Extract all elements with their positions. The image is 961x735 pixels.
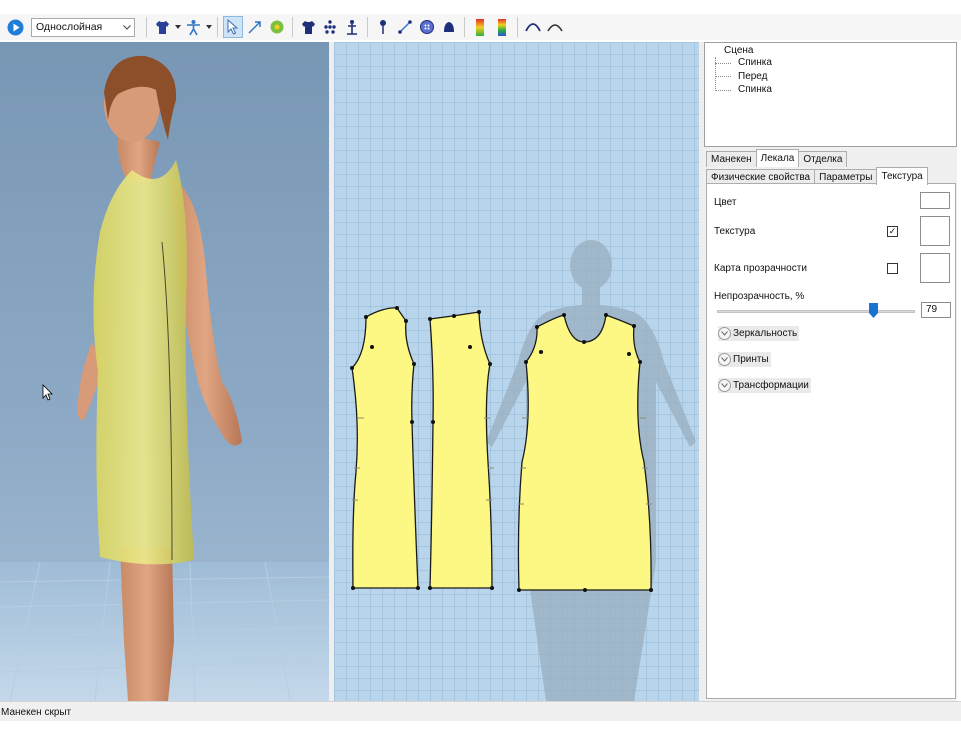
pattern-pieces-canvas — [350, 240, 696, 701]
texture-checkbox[interactable]: ✓ — [887, 226, 898, 237]
toolbar-separator — [146, 17, 147, 37]
transparency-map-checkbox[interactable] — [887, 263, 898, 274]
play-icon[interactable] — [5, 16, 25, 38]
bell-icon[interactable] — [439, 16, 459, 38]
texture-properties: Цвет Текстура ✓ Карта прозрачности Непро… — [706, 183, 956, 699]
layer-mode-select[interactable]: Однослойная — [31, 17, 135, 37]
texture-swatch[interactable] — [920, 216, 950, 246]
tree-root-scene[interactable]: Сцена — [724, 45, 753, 56]
scene-tree[interactable]: Сцена Спинка Перед Спинка — [704, 42, 957, 147]
chevron-down-icon — [718, 379, 731, 392]
pattern-2d-view[interactable] — [334, 42, 699, 701]
legs — [120, 547, 174, 701]
opacity-value-input[interactable]: 79 — [921, 302, 951, 318]
properties-panel: Сцена Спинка Перед Спинка Манекен Лекала… — [704, 42, 957, 701]
transparency-map-label: Карта прозрачности — [714, 263, 807, 274]
gear-flower-icon[interactable] — [267, 16, 287, 38]
tree-item-back-2[interactable]: Спинка — [738, 84, 772, 95]
pointer-icon[interactable] — [223, 16, 243, 38]
arrow-tool-icon[interactable] — [245, 16, 265, 38]
window-edge — [957, 42, 961, 701]
tab-patterns[interactable]: Лекала — [755, 149, 800, 167]
tree-item-front[interactable]: Перед — [738, 71, 768, 82]
toolbar-separator — [367, 17, 368, 37]
mouse-cursor-icon — [42, 384, 53, 401]
garment-icon[interactable] — [298, 16, 318, 38]
curve-down-icon[interactable] — [523, 16, 543, 38]
toolbar-separator — [292, 17, 293, 37]
top-margin — [0, 0, 961, 14]
texture-label: Текстура — [714, 226, 756, 237]
mannequin-3d-view — [0, 55, 329, 701]
prints-label: Принты — [733, 354, 769, 365]
pattern-piece-front[interactable] — [517, 314, 652, 591]
shirt-dropdown-icon[interactable] — [174, 16, 181, 38]
pin-icon[interactable] — [373, 16, 393, 38]
heatmap-gradient-icon[interactable] — [470, 16, 490, 38]
main-toolbar: Однослойная — [0, 14, 961, 40]
color-swatch[interactable] — [920, 192, 950, 209]
transparency-map-swatch[interactable] — [920, 253, 950, 283]
color-label: Цвет — [714, 197, 737, 208]
pattern-piece-back-right[interactable] — [429, 311, 493, 589]
layer-mode-value: Однослойная — [36, 21, 103, 33]
tab-texture[interactable]: Текстура — [876, 167, 928, 185]
tree-item-back-1[interactable]: Спинка — [738, 57, 772, 68]
tab-finishing[interactable]: Отделка — [798, 151, 848, 167]
app-window: Однослойная Сцена Спинка Перед Спинка Ма… — [0, 0, 961, 735]
chevron-down-icon — [123, 21, 131, 33]
status-text: Манекен скрыт — [1, 707, 72, 718]
prints-expander[interactable]: Принты — [718, 352, 771, 367]
tree-connector — [715, 76, 731, 77]
specularity-expander[interactable]: Зеркальность — [718, 326, 800, 341]
transformations-expander[interactable]: Трансформации — [718, 378, 811, 393]
chevron-down-icon — [718, 327, 731, 340]
opacity-label: Непрозрачность, % — [714, 291, 805, 302]
pattern-piece-back-left[interactable] — [351, 307, 419, 589]
mannequin-dropdown-icon[interactable] — [205, 16, 212, 38]
tree-connector — [715, 63, 731, 64]
tab-mannequin[interactable]: Манекен — [706, 151, 757, 167]
mannequin-icon[interactable] — [183, 16, 203, 38]
3d-viewport[interactable] — [0, 42, 329, 701]
button-icon[interactable] — [417, 16, 437, 38]
toolbar-separator — [217, 17, 218, 37]
tree-connector — [715, 90, 731, 91]
specularity-label: Зеркальность — [733, 328, 798, 339]
toolbar-separator — [464, 17, 465, 37]
main-tab-bar: Манекен Лекала Отделка — [706, 149, 848, 167]
shirt-icon[interactable] — [152, 16, 172, 38]
transformations-label: Трансформации — [733, 380, 809, 391]
chevron-down-icon — [718, 353, 731, 366]
points-icon[interactable] — [320, 16, 340, 38]
opacity-slider-track[interactable] — [717, 310, 915, 313]
fit-heatmap-icon[interactable] — [492, 16, 512, 38]
curve-up-icon[interactable] — [545, 16, 565, 38]
opacity-slider-thumb[interactable] — [868, 303, 878, 318]
bottom-margin — [0, 721, 961, 735]
line-tool-icon[interactable] — [395, 16, 415, 38]
status-bar: Манекен скрыт — [0, 701, 961, 721]
measure-person-icon[interactable] — [342, 16, 362, 38]
toolbar-separator — [517, 17, 518, 37]
dress-3d — [93, 160, 194, 565]
